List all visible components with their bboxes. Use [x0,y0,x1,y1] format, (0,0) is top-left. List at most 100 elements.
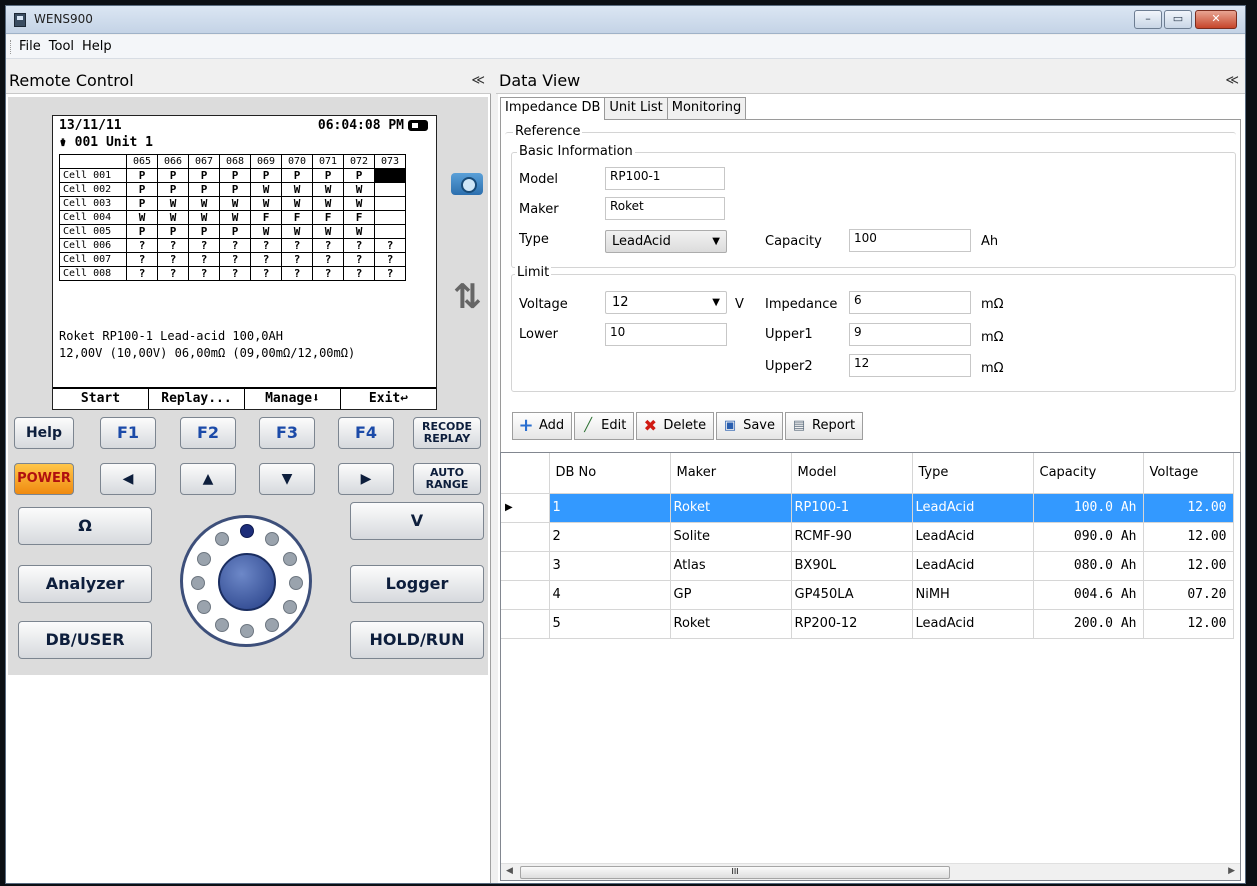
cell-capacity[interactable]: 090.0 Ah [1033,522,1144,552]
column-header-capacity[interactable]: Capacity [1033,453,1144,494]
scroll-left-icon[interactable]: ◀ [506,866,513,876]
cell-type[interactable]: LeadAcid [912,522,1034,552]
dial-position-icon[interactable] [240,524,254,538]
dial-position-icon[interactable] [215,532,229,546]
softkey-manage[interactable]: Manage⬇ [244,389,340,409]
transfer-arrows-icon[interactable]: ⇅ [453,277,481,317]
menu-file[interactable]: File [15,35,45,59]
scrollbar-thumb[interactable]: III [520,866,950,879]
dial-position-icon[interactable] [265,532,279,546]
cell-maker[interactable]: Solite [670,522,792,552]
power-key[interactable]: POWER [14,463,74,495]
cell-model[interactable]: GP450LA [791,580,913,610]
cell-voltage[interactable]: 12.00 [1143,551,1234,581]
column-header-db-no[interactable]: DB No [549,453,671,494]
dial-position-icon[interactable] [191,576,205,590]
cell-model[interactable]: BX90L [791,551,913,581]
cell-capacity[interactable]: 080.0 Ah [1033,551,1144,581]
tab-impedance-db[interactable]: Impedance DB [500,97,606,120]
report-button[interactable]: ▤ Report [785,412,864,440]
cell-no[interactable]: 5 [549,609,671,639]
f1-key[interactable]: F1 [100,417,156,449]
dial-position-icon[interactable] [197,552,211,566]
maker-field[interactable]: Roket [605,197,725,220]
camera-icon[interactable] [451,173,483,195]
table-row[interactable]: 3 Atlas BX90L LeadAcid 080.0 Ah 12.00 [501,551,1234,581]
cell-maker[interactable]: Atlas [670,551,792,581]
cell-maker[interactable]: Roket [670,609,792,639]
tab-unit-list[interactable]: Unit List [604,97,668,119]
impedance-field[interactable]: 6 [849,291,971,314]
save-button[interactable]: ▣ Save [716,412,783,440]
type-select[interactable]: LeadAcid ▼ [605,230,727,253]
tab-monitoring[interactable]: Monitoring [666,97,747,119]
horizontal-scrollbar[interactable]: ◀ III ▶ [501,863,1240,880]
dial-knob[interactable] [218,553,276,611]
row-header-cell[interactable]: ▶ [501,493,550,523]
add-button[interactable]: + Add [512,412,573,440]
cell-voltage[interactable]: 07.20 [1143,580,1234,610]
cell-no[interactable]: 2 [549,522,671,552]
cell-maker[interactable]: GP [670,580,792,610]
dial-position-icon[interactable] [289,576,303,590]
down-arrow-key[interactable]: ▼ [259,463,315,495]
dial-position-icon[interactable] [197,600,211,614]
cell-no[interactable]: 3 [549,551,671,581]
voltage-select[interactable]: 12 ▼ [605,291,727,314]
rotary-dial[interactable] [180,515,312,647]
cell-voltage[interactable]: 12.00 [1143,609,1234,639]
dial-position-icon[interactable] [240,624,254,638]
f4-key[interactable]: F4 [338,417,394,449]
row-header-cell[interactable] [501,522,550,552]
minimize-button[interactable]: – [1134,10,1162,29]
cell-voltage[interactable]: 12.00 [1143,493,1234,523]
cell-type[interactable]: LeadAcid [912,609,1034,639]
cell-capacity[interactable]: 200.0 Ah [1033,609,1144,639]
edit-button[interactable]: ╱ Edit [574,412,635,440]
auto-range-key[interactable]: AUTO RANGE [413,463,481,495]
left-arrow-key[interactable]: ◀ [100,463,156,495]
table-row[interactable]: 2 Solite RCMF-90 LeadAcid 090.0 Ah 12.00 [501,522,1234,552]
delete-button[interactable]: ✖ Delete [636,412,715,440]
dial-position-icon[interactable] [283,552,297,566]
help-key[interactable]: Help [14,417,74,449]
column-header-maker[interactable]: Maker [670,453,792,494]
dial-position-icon[interactable] [215,618,229,632]
column-header-voltage[interactable]: Voltage [1143,453,1234,494]
scroll-right-icon[interactable]: ▶ [1228,866,1235,876]
softkey-exit[interactable]: Exit↩ [340,389,436,409]
menu-tool[interactable]: Tool [45,35,78,59]
row-header-cell[interactable] [501,551,550,581]
cell-type[interactable]: LeadAcid [912,551,1034,581]
remote-collapse-button[interactable]: ≪ [471,67,485,94]
f3-key[interactable]: F3 [259,417,315,449]
cell-model[interactable]: RCMF-90 [791,522,913,552]
db-user-key[interactable]: DB/USER [18,621,152,659]
ohm-key[interactable]: Ω [18,507,152,545]
model-field[interactable]: RP100-1 [605,167,725,190]
table-row[interactable]: ▶ 1 Roket RP100-1 LeadAcid 100.0 Ah 12.00 [501,493,1234,523]
cell-type[interactable]: LeadAcid [912,493,1034,523]
row-header-cell[interactable] [501,609,550,639]
column-header-type[interactable]: Type [912,453,1034,494]
up-arrow-key[interactable]: ▲ [180,463,236,495]
cell-capacity[interactable]: 100.0 Ah [1033,493,1144,523]
dataview-collapse-button[interactable]: ≪ [1225,67,1239,94]
table-row[interactable]: 4 GP GP450LA NiMH 004.6 Ah 07.20 [501,580,1234,610]
dial-position-icon[interactable] [265,618,279,632]
capacity-field[interactable]: 100 [849,229,971,252]
right-arrow-key[interactable]: ▶ [338,463,394,495]
cell-capacity[interactable]: 004.6 Ah [1033,580,1144,610]
cell-model[interactable]: RP100-1 [791,493,913,523]
row-header-cell[interactable] [501,580,550,610]
upper1-field[interactable]: 9 [849,323,971,346]
softkey-replay[interactable]: Replay... [148,389,244,409]
logger-key[interactable]: Logger [350,565,484,603]
cell-maker[interactable]: Roket [670,493,792,523]
softkey-start[interactable]: Start [53,389,148,409]
column-header-model[interactable]: Model [791,453,913,494]
recode-replay-key[interactable]: RECODE REPLAY [413,417,481,449]
lower-field[interactable]: 10 [605,323,727,346]
f2-key[interactable]: F2 [180,417,236,449]
upper2-field[interactable]: 12 [849,354,971,377]
